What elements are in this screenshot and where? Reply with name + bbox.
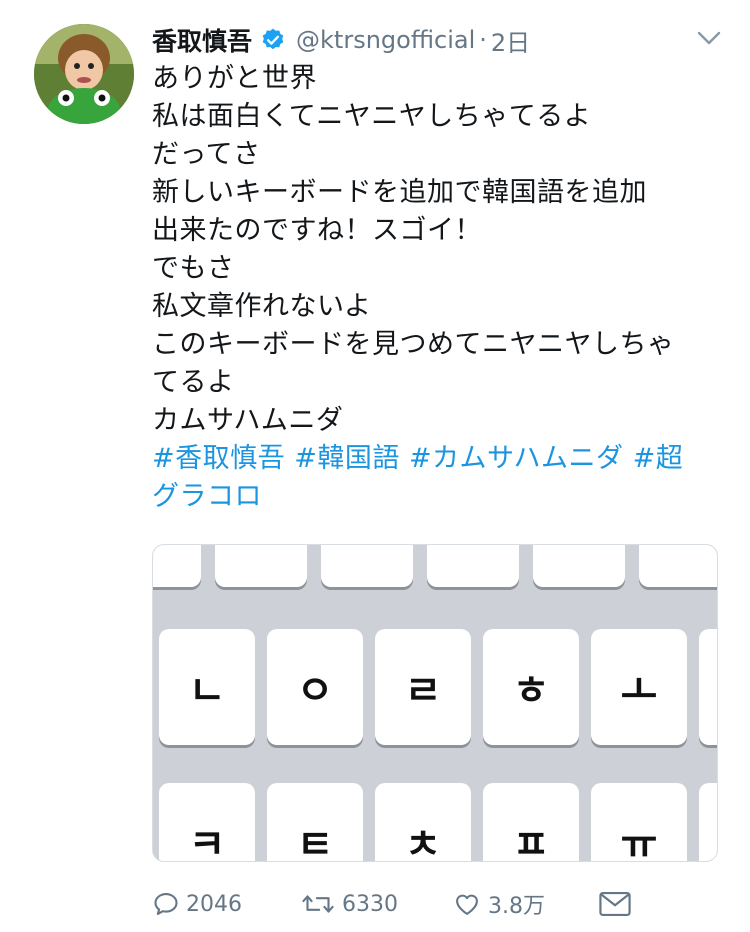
tweet-actions: 2046 6330 3.8万 xyxy=(152,884,732,924)
message-icon xyxy=(599,891,631,917)
hashtag-link[interactable]: #超 xyxy=(633,443,684,474)
tweet: 香取慎吾 @ktrsngofficial · 2日 ありがと世界 私は面白くてニ… xyxy=(0,0,750,932)
keyboard-key xyxy=(215,545,307,587)
keyboard-key: ㅋ xyxy=(159,783,255,861)
reply-icon xyxy=(154,893,178,915)
tweet-text-line: ありがと世界 xyxy=(152,63,317,94)
timestamp[interactable]: 2日 xyxy=(491,23,530,58)
keyboard-key xyxy=(639,545,717,587)
keyboard-key: ㅎ xyxy=(483,629,579,745)
hashtag-line: グラコロ xyxy=(152,478,732,516)
retweet-icon xyxy=(302,895,334,913)
tweet-text: ありがと世界 私は面白くてニヤニヤしちゃてるよ だってさ 新しいキーボードを追加… xyxy=(152,60,732,516)
tweet-text-line: でもさ xyxy=(152,253,235,284)
keyboard-key xyxy=(153,545,201,587)
keyboard-key: ㅠ xyxy=(591,783,687,861)
keyboard-key xyxy=(699,629,717,745)
reply-count: 2046 xyxy=(186,891,242,917)
like-count: 3.8万 xyxy=(488,894,545,919)
avatar-image xyxy=(34,24,134,124)
like-button[interactable]: 3.8万 xyxy=(452,884,545,924)
message-button[interactable] xyxy=(598,884,638,924)
verified-badge-icon xyxy=(262,28,284,50)
like-icon xyxy=(456,894,478,915)
keyboard-key: ㅊ xyxy=(375,783,471,861)
hashtag-link[interactable]: #香取慎吾 xyxy=(152,443,285,474)
avatar[interactable] xyxy=(34,24,134,124)
tweet-text-line: カムサハムニダ xyxy=(152,405,344,436)
keyboard-key xyxy=(699,783,717,861)
reply-button[interactable]: 2046 xyxy=(152,884,242,924)
hashtag-link[interactable]: グラコロ xyxy=(152,481,262,512)
keyboard-key: ㄹ xyxy=(375,629,471,745)
keyboard-key: ㅍ xyxy=(483,783,579,861)
chevron-down-icon[interactable] xyxy=(694,26,724,50)
keyboard-key: ㅌ xyxy=(267,783,363,861)
tweet-text-line: だってさ xyxy=(152,139,261,170)
retweet-count: 6330 xyxy=(342,891,398,917)
tweet-text-line: 新しいキーボードを追加で韓国語を追加 xyxy=(152,177,647,208)
tweet-header: 香取慎吾 @ktrsngofficial · 2日 xyxy=(152,20,530,60)
handle[interactable]: @ktrsngofficial xyxy=(296,26,475,54)
hashtag-link[interactable]: #韓国語 xyxy=(294,443,400,474)
keyboard-key xyxy=(427,545,519,587)
keyboard-key: ㅇ xyxy=(267,629,363,745)
hashtag-line: #香取慎吾 #韓国語 #カムサハムニダ #超 xyxy=(152,440,732,478)
tweet-text-line: てるよ xyxy=(152,367,235,398)
display-name[interactable]: 香取慎吾 xyxy=(152,22,252,58)
tweet-text-line: 私文章作れないよ xyxy=(152,291,372,322)
keyboard-key xyxy=(533,545,625,587)
separator: · xyxy=(479,26,487,54)
retweet-button[interactable]: 6330 xyxy=(300,884,398,924)
tweet-text-line: 私は面白くてニヤニヤしちゃてるよ xyxy=(152,101,592,132)
keyboard-key xyxy=(321,545,413,587)
keyboard-key: ㄴ xyxy=(159,629,255,745)
hashtag-link[interactable]: #カムサハムニダ xyxy=(409,443,624,474)
keyboard-key: ㅗ xyxy=(591,629,687,745)
tweet-media-image[interactable]: ㄴ ㅇ ㄹ ㅎ ㅗ ㅋ ㅌ ㅊ ㅍ ㅠ xyxy=(152,544,718,862)
tweet-text-line: このキーボードを見つめてニヤニヤしちゃ xyxy=(152,329,675,360)
tweet-text-line: 出来たのですね！スゴイ！ xyxy=(152,215,482,246)
